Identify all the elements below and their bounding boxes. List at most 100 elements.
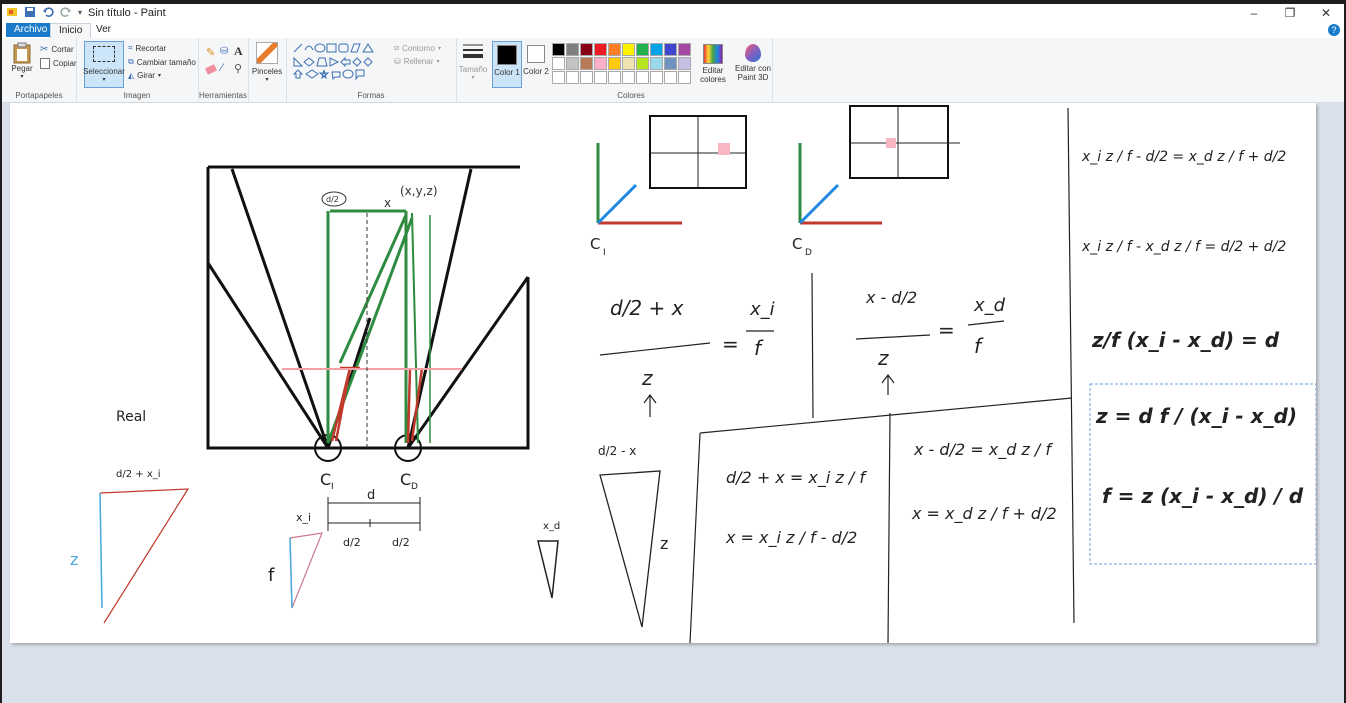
close-button[interactable]: ✕ — [1308, 4, 1344, 22]
group-label-imagen: Imagen — [123, 91, 151, 100]
palette-swatch[interactable] — [678, 43, 691, 56]
save-icon[interactable] — [24, 6, 36, 18]
eq2-rhs-num: x_d — [973, 295, 1006, 316]
real-triangle — [99, 488, 190, 624]
crop-button[interactable]: ⌗ Recortar — [128, 43, 166, 53]
select-button[interactable]: Seleccionar ▾ — [83, 41, 125, 88]
palette-swatch[interactable] — [594, 43, 607, 56]
label-cam-left-sub: I — [331, 482, 334, 492]
rotate-button[interactable]: ◭ Girar ▾ — [128, 71, 161, 80]
paste-button[interactable]: Pegar ▾ — [8, 42, 36, 80]
arrow-up-eq1 — [643, 394, 657, 417]
label-xd-small: x_d — [543, 521, 560, 532]
arrow-up-eq2 — [881, 374, 895, 395]
drawing-canvas[interactable]: d/2 (x,y,z) x C I C D d d/2 d/2 x_i f Re… — [10, 103, 1316, 643]
fill-label: Rellenar — [403, 57, 434, 66]
palette-swatch[interactable] — [608, 43, 621, 56]
outline-button[interactable]: ⧄ Contorno ▾ — [394, 43, 441, 53]
palette-swatch[interactable] — [580, 43, 593, 56]
tab-ver[interactable]: Ver — [88, 23, 119, 37]
image-right-point — [886, 138, 896, 148]
color2-button[interactable]: Color 2 — [522, 41, 550, 76]
palette-swatch[interactable] — [650, 57, 663, 70]
group-herramientas: ✎ ⛁ A ⁄ ⚲ Herramientas — [198, 38, 249, 102]
custom-swatch[interactable] — [622, 71, 635, 84]
undo-icon[interactable] — [42, 6, 54, 18]
palette-swatch[interactable] — [636, 43, 649, 56]
dividers — [689, 107, 1075, 643]
paint3d-button[interactable]: Editar con Paint 3D — [734, 41, 772, 82]
eq2-rhs-den: f — [974, 334, 984, 358]
title-bar: ▾ Sin título - Paint – ❐ ✕ — [2, 4, 1344, 22]
palette-swatch[interactable] — [622, 43, 635, 56]
text-icon[interactable]: A — [234, 44, 243, 59]
eq4: x = x_i z / f - d/2 — [725, 528, 857, 548]
eraser-icon[interactable] — [204, 64, 218, 75]
color-picker-icon[interactable]: ⁄ — [221, 62, 223, 74]
paint-window: ▾ Sin título - Paint – ❐ ✕ Archivo Inici… — [2, 4, 1344, 703]
paste-chevron-icon: ▾ — [20, 74, 24, 80]
red-rays — [330, 366, 424, 444]
fill-bucket-icon[interactable]: ⛁ — [220, 46, 228, 57]
custom-swatch[interactable] — [608, 71, 621, 84]
crop-label: Recortar — [135, 43, 167, 53]
copy-button[interactable]: Copiar — [40, 58, 77, 69]
resize-button[interactable]: ⧉ Cambiar tamaño — [128, 57, 196, 67]
custom-swatch[interactable] — [580, 71, 593, 84]
outline-label: Contorno — [402, 43, 436, 53]
group-tamano: Tamaño ▾ — [456, 38, 490, 102]
tab-inicio[interactable]: Inicio — [50, 23, 92, 38]
help-icon[interactable]: ? — [1328, 24, 1340, 36]
custom-swatch[interactable] — [664, 71, 677, 84]
shapes-gallery[interactable] — [292, 42, 388, 82]
custom-swatch[interactable] — [636, 71, 649, 84]
custom-swatch[interactable] — [594, 71, 607, 84]
paint3d-icon — [745, 44, 761, 62]
size-button[interactable]: Tamaño ▾ — [458, 42, 488, 81]
eq1-rhs-num: x_i — [749, 299, 775, 320]
eq1-eq: = — [722, 332, 739, 356]
color1-swatch — [497, 45, 517, 65]
redo-icon[interactable] — [60, 6, 72, 18]
palette-swatch[interactable] — [552, 43, 565, 56]
custom-swatch[interactable] — [678, 71, 691, 84]
palette-swatch[interactable] — [608, 57, 621, 70]
pencil-icon[interactable]: ✎ — [206, 46, 215, 59]
window-title: Sin título - Paint — [88, 7, 166, 19]
eq3: d/2 + x = x_i z / f — [726, 468, 867, 488]
palette-swatch[interactable] — [552, 57, 565, 70]
small-triangle-blue-side — [289, 537, 293, 609]
palette-swatch[interactable] — [622, 57, 635, 70]
palette-swatch[interactable] — [636, 57, 649, 70]
edit-colors-button[interactable]: Editar colores — [698, 41, 728, 84]
eq2-eq: = — [938, 318, 955, 342]
maximize-button[interactable]: ❐ — [1272, 4, 1308, 22]
size-label: Tamaño — [458, 65, 488, 74]
palette-swatch[interactable] — [594, 57, 607, 70]
brushes-button[interactable]: Pinceles ▾ — [252, 42, 282, 83]
crop-icon: ⌗ — [128, 43, 133, 52]
customize-qa-chevron-icon[interactable]: ▾ — [78, 8, 82, 17]
label-cam-right-top-sub: D — [805, 248, 812, 258]
cut-button[interactable]: ✂ Cortar — [40, 44, 74, 55]
palette-swatch[interactable] — [664, 43, 677, 56]
minimize-button[interactable]: – — [1236, 4, 1272, 22]
custom-swatch[interactable] — [552, 71, 565, 84]
palette-swatch[interactable] — [566, 57, 579, 70]
custom-swatch[interactable] — [650, 71, 663, 84]
label-real: Real — [116, 409, 146, 425]
palette-swatch[interactable] — [664, 57, 677, 70]
group-formas: ⧄ Contorno ▾ ⛁ Rellenar ▾ Formas — [286, 38, 457, 102]
fill-button[interactable]: ⛁ Rellenar ▾ — [394, 57, 440, 66]
workspace: d/2 (x,y,z) x C I C D d d/2 d/2 x_i f Re… — [2, 103, 1344, 703]
magnifier-icon[interactable]: ⚲ — [234, 62, 242, 75]
tab-archivo[interactable]: Archivo — [6, 23, 56, 37]
color1-button[interactable]: Color 1 — [492, 41, 522, 88]
palette-swatch[interactable] — [566, 43, 579, 56]
palette-swatch[interactable] — [650, 43, 663, 56]
window-controls: – ❐ ✕ — [1236, 4, 1344, 22]
palette-swatch[interactable] — [580, 57, 593, 70]
custom-swatch[interactable] — [566, 71, 579, 84]
eq2-den: z — [877, 346, 889, 370]
palette-swatch[interactable] — [678, 57, 691, 70]
